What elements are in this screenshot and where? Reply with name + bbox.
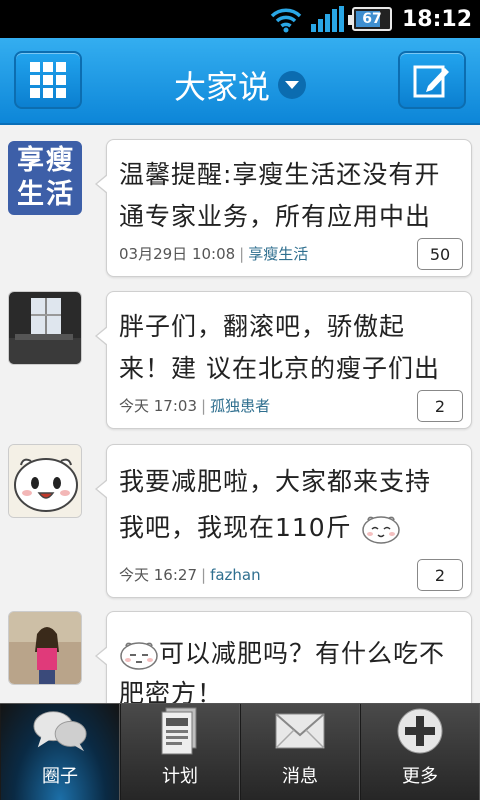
document-icon [161,707,197,755]
list-item[interactable]: 可以减肥吗？有什么吃不肥密方！ [0,607,480,703]
post-date: 03月29日 10:08 [119,245,236,263]
chat-bubbles-icon [33,711,87,752]
page-title: 大家说 [173,68,270,106]
app-header: 大家说 [0,38,480,125]
list-item[interactable]: 我要减肥啦，大家都来支持我吧，我现在110斤 今天 16:27 | fazhan 2 [0,442,480,607]
battery-text: 67 [362,11,382,27]
compose-icon [413,65,449,98]
post-meta: 今天 17:03 | 孤独患者 [119,397,271,415]
signal-strength-icon [310,6,344,32]
comment-count-badge[interactable]: 2 [417,390,463,422]
wifi-icon [270,8,302,33]
post-meta: 今天 16:27 | fazhan [119,566,261,584]
post-text: 可以减肥吗？有什么吃不肥密方！ [119,639,446,703]
cartoon-face-icon [9,445,81,517]
compose-button[interactable] [398,51,466,109]
avatar[interactable]: 享瘦生活 [8,141,82,215]
post-date: 今天 16:27 [119,566,197,584]
chevron-down-icon [278,71,306,99]
post-card[interactable]: 可以减肥吗？有什么吃不肥密方！ [95,611,472,703]
tab-circle[interactable]: 圈子 [0,704,120,800]
post-card[interactable]: 温馨提醒:享瘦生活还没有开通专家业务，所有应用中出 03月29日 10:08 | 享… [95,139,472,277]
post-text-wrapper: 可以减肥吗？有什么吃不肥密方！ [119,634,455,703]
list-item[interactable]: 享瘦生活 温馨提醒:享瘦生活还没有开通专家业务，所有应用中出 03月29日 10… [0,127,480,287]
post-date: 今天 17:03 [119,397,197,415]
status-bar: 67 18:12 [0,0,480,38]
envelope-icon [275,713,325,749]
post-author[interactable]: fazhan [210,566,261,584]
tab-messages[interactable]: 消息 [240,704,360,800]
tab-label: 计划 [162,766,198,787]
avatar[interactable] [8,291,82,365]
avatar-logo-text: 享瘦生活 [17,145,75,210]
tab-plan[interactable]: 计划 [120,704,240,800]
emoji-face-icon [361,516,400,544]
post-author[interactable]: 孤独患者 [210,397,270,415]
tab-label: 圈子 [42,766,78,787]
post-feed[interactable]: 享瘦生活 温馨提醒:享瘦生活还没有开通专家业务，所有应用中出 03月29日 10… [0,127,480,703]
avatar[interactable] [8,444,82,518]
post-card[interactable]: 我要减肥啦，大家都来支持我吧，我现在110斤 今天 16:27 | fazhan 2 [95,444,472,598]
battery-icon: 67 [347,7,392,31]
list-item[interactable]: 胖子们，翻滚吧，骄傲起来！建 议在北京的瘦子们出 今天 17:03 | 孤独患者 2 [0,287,480,442]
avatar-photo-icon [9,612,81,684]
avatar-photo-icon [9,292,81,364]
post-text: 胖子们，翻滚吧，骄傲起来！建 议在北京的瘦子们出 [119,312,440,383]
post-text: 温馨提醒:享瘦生活还没有开通专家业务，所有应用中出 [119,160,441,231]
comment-count-badge[interactable]: 2 [417,559,463,591]
post-card[interactable]: 胖子们，翻滚吧，骄傲起来！建 议在北京的瘦子们出 今天 17:03 | 孤独患者 2 [95,291,472,429]
comment-count-badge[interactable]: 50 [417,238,463,270]
post-author[interactable]: 享瘦生活 [248,245,308,263]
clock: 18:12 [401,6,472,32]
plus-circle-icon [397,708,443,754]
post-text-wrapper: 我要减肥啦，大家都来支持我吧，我现在110斤 [119,459,455,549]
tab-label: 更多 [402,766,438,787]
tab-more[interactable]: 更多 [360,704,480,800]
emoji-face-icon [120,642,158,670]
post-meta: 03月29日 10:08 | 享瘦生活 [119,245,309,263]
avatar[interactable] [8,611,82,685]
bottom-tab-bar: 圈子 计划 消息 更多 [0,703,480,800]
tab-label: 消息 [282,766,318,787]
